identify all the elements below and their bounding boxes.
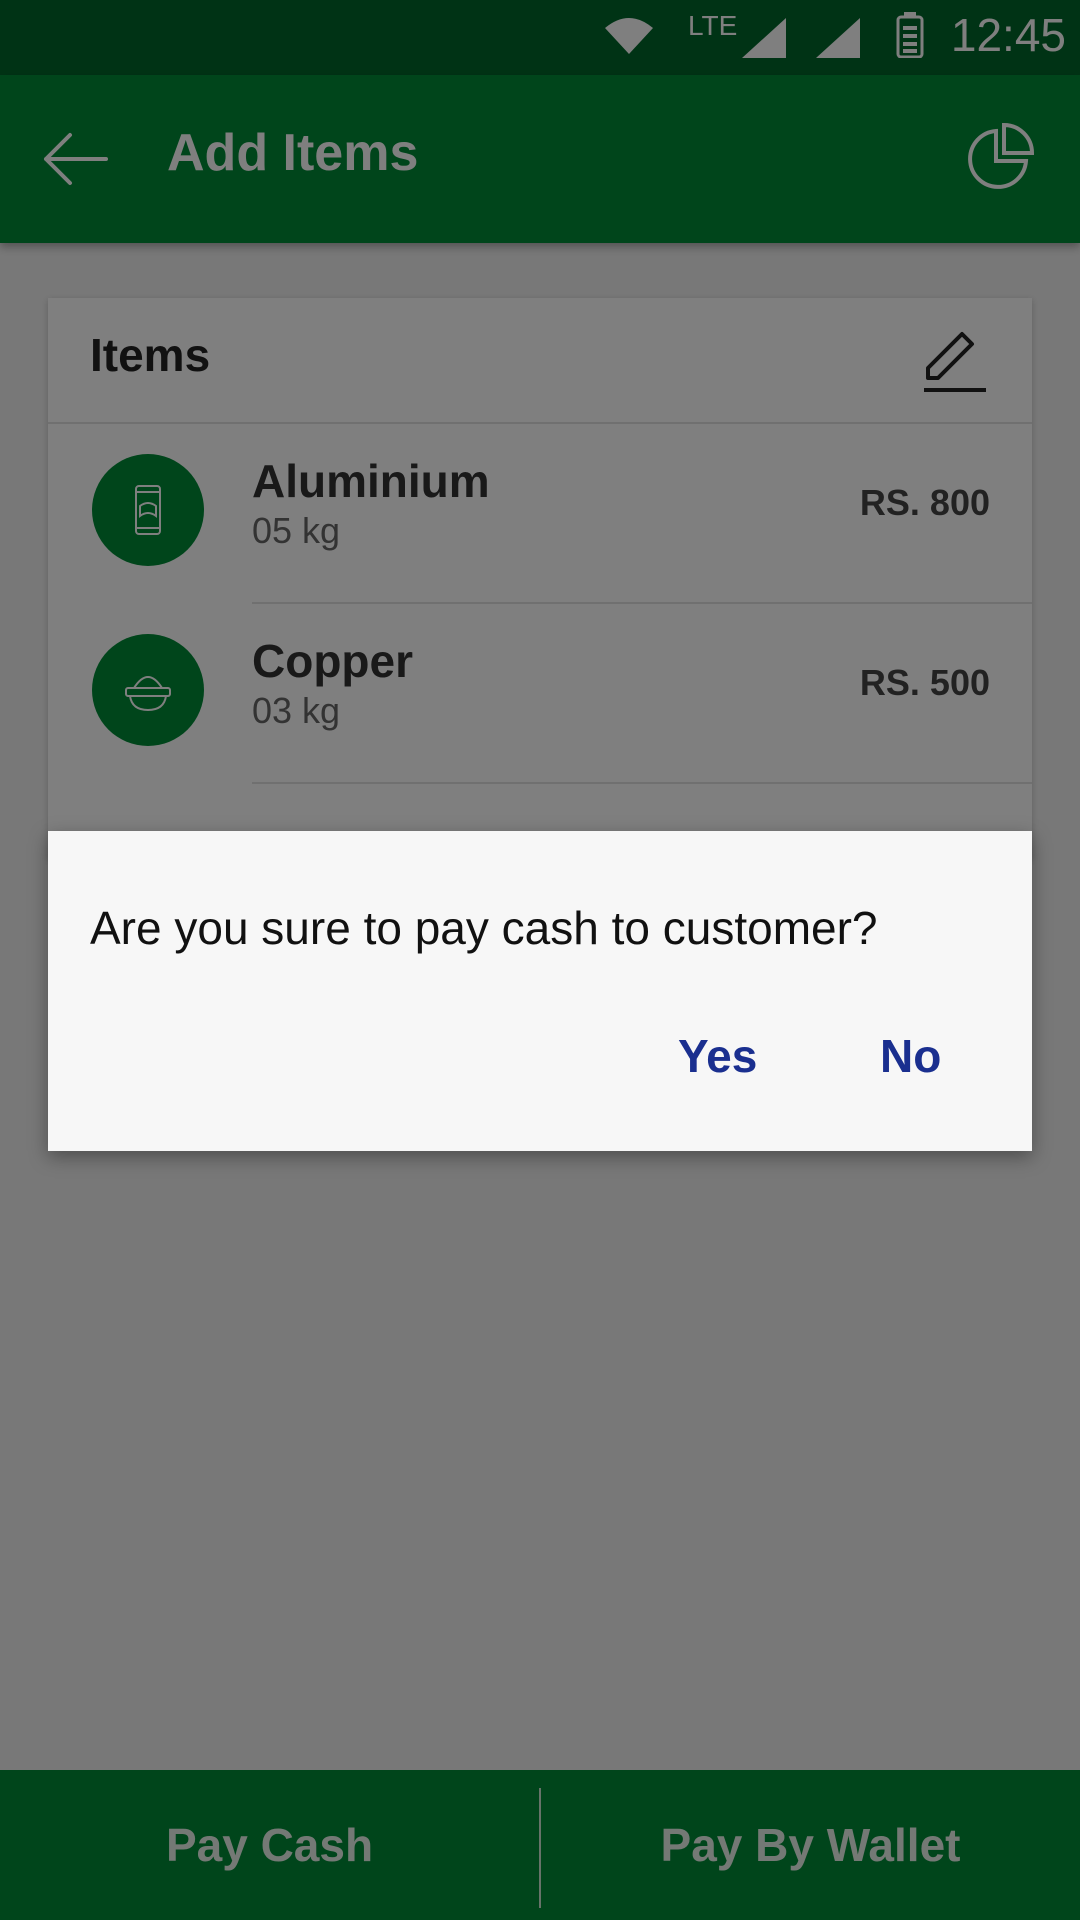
confirm-dialog: Are you sure to pay cash to customer? Ye… [48, 831, 1032, 1151]
dialog-message: Are you sure to pay cash to customer? [90, 902, 878, 954]
no-button[interactable]: No [880, 1029, 941, 1083]
yes-button[interactable]: Yes [678, 1029, 757, 1083]
